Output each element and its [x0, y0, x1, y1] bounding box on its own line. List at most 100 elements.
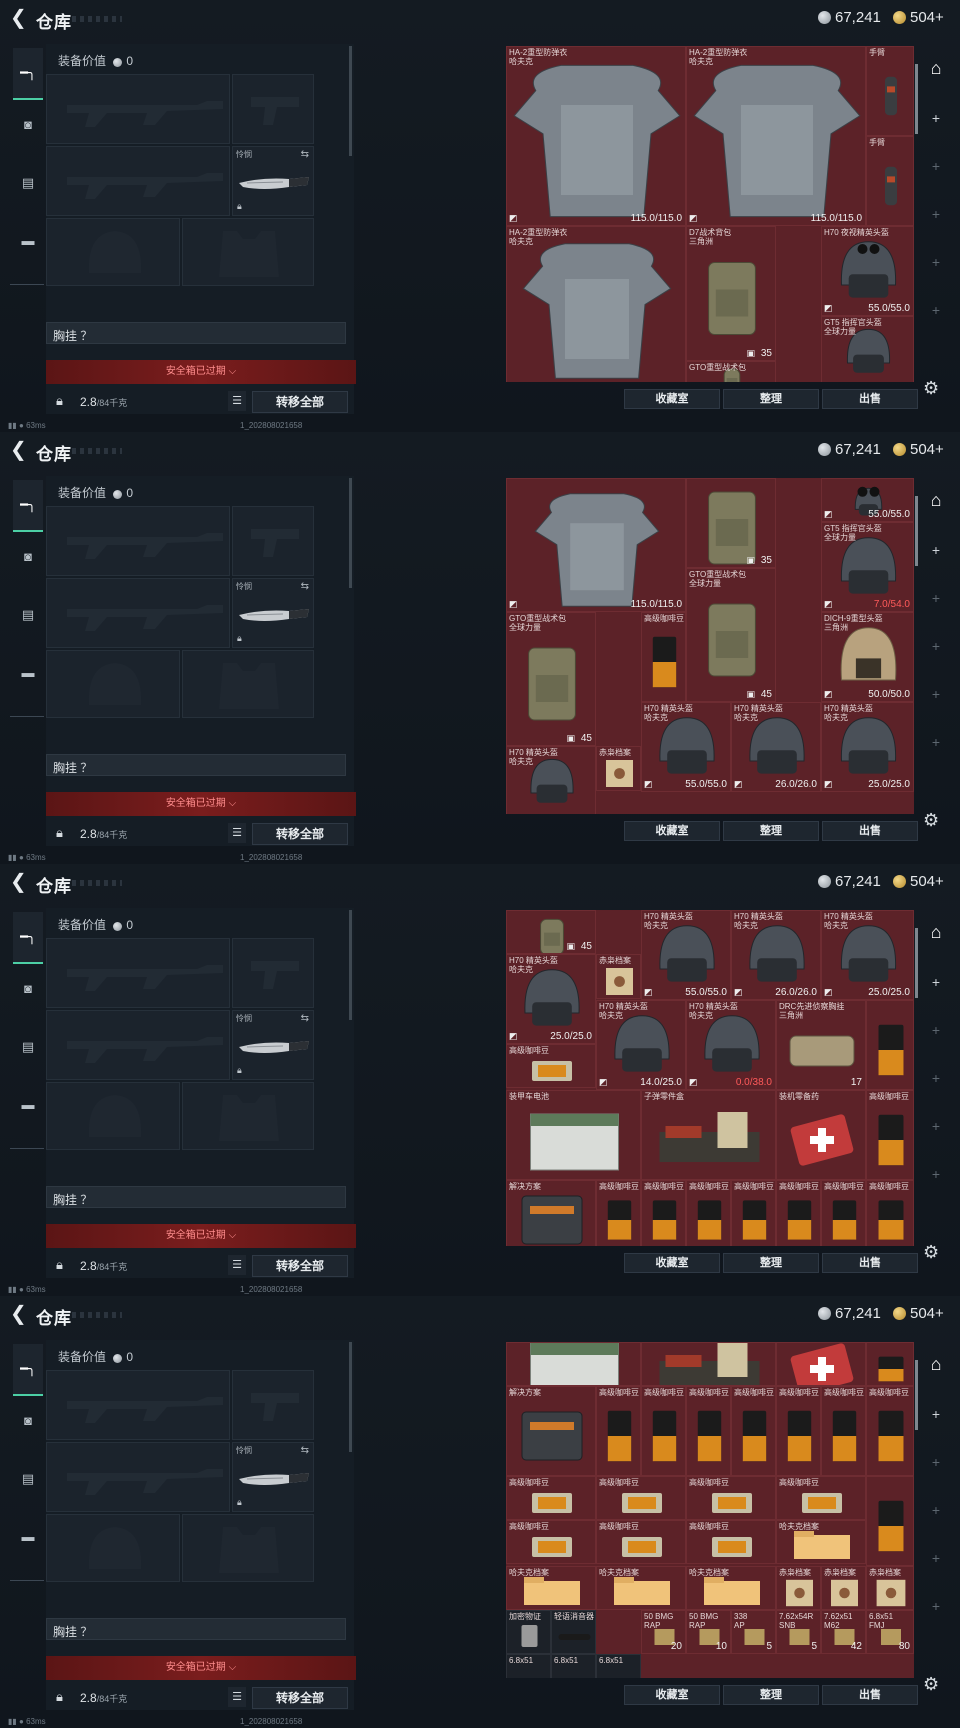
- item-cell[interactable]: 6.8x51: [551, 1654, 596, 1678]
- sell-button[interactable]: 出售: [822, 1253, 918, 1273]
- collection-room-button[interactable]: 收藏室: [624, 389, 720, 409]
- secondary-weapon-slot[interactable]: [46, 1442, 230, 1512]
- item-cell[interactable]: H70 精英头盔 哈夫克 55.0/55.0 ◩: [641, 910, 731, 1000]
- tab-armor[interactable]: ◙: [13, 110, 43, 140]
- settings-gear-icon[interactable]: ⚙: [923, 810, 939, 831]
- item-cell[interactable]: [641, 1342, 776, 1386]
- add-storage-plus-icon[interactable]: +: [925, 1118, 947, 1134]
- item-cell[interactable]: 55.0/55.0 ◩: [821, 478, 914, 522]
- safebox-expired-banner[interactable]: 安全箱已过期 ⌵: [46, 792, 356, 816]
- safebox-expired-banner[interactable]: 安全箱已过期 ⌵: [46, 1656, 356, 1680]
- sort-button[interactable]: 整理: [723, 1253, 819, 1273]
- melee-slot[interactable]: 怜悯 ⇆ 🔒︎: [232, 578, 314, 648]
- list-view-button[interactable]: ☰: [228, 1255, 246, 1275]
- add-storage-plus-icon[interactable]: +: [925, 1550, 947, 1566]
- item-cell[interactable]: H70 精英头盔 哈夫克 0.0/38.0 ◩: [686, 1000, 776, 1090]
- swap-icon[interactable]: ⇆: [301, 1445, 309, 1456]
- item-cell[interactable]: 高级咖啡豆: [596, 1476, 686, 1520]
- secondary-weapon-slot[interactable]: [46, 578, 230, 648]
- pistol-slot[interactable]: [232, 74, 314, 144]
- item-cell[interactable]: [866, 1342, 914, 1386]
- collection-room-button[interactable]: 收藏室: [624, 1253, 720, 1273]
- secondary-weapon-slot[interactable]: [46, 146, 230, 216]
- item-cell[interactable]: 高级咖啡豆: [686, 1180, 731, 1246]
- item-cell[interactable]: HA-2重型防弹衣 哈夫克: [506, 226, 686, 382]
- item-cell[interactable]: [866, 1476, 914, 1566]
- equip-scrollbar[interactable]: [349, 1342, 352, 1452]
- item-cell[interactable]: 哈夫克档案: [686, 1566, 776, 1610]
- primary-weapon-slot[interactable]: [46, 938, 230, 1008]
- grid-scrollbar[interactable]: [915, 64, 918, 134]
- item-cell[interactable]: 6.8x51 FMJ 80: [866, 1610, 914, 1654]
- secondary-weapon-slot[interactable]: [46, 1010, 230, 1080]
- collection-room-button[interactable]: 收藏室: [624, 1685, 720, 1705]
- tab-armor[interactable]: ◙: [13, 542, 43, 572]
- item-cell[interactable]: 解决方案: [506, 1180, 596, 1246]
- add-storage-plus-icon[interactable]: +: [925, 974, 947, 990]
- tab-weapons[interactable]: ━╮: [13, 912, 43, 964]
- add-storage-plus-icon[interactable]: +: [925, 638, 947, 654]
- item-cell[interactable]: HA-2重型防弹衣 哈夫克 115.0/115.0 ◩: [506, 46, 686, 226]
- melee-slot[interactable]: 怜悯 ⇆ 🔒︎: [232, 1442, 314, 1512]
- item-cell[interactable]: 高级咖啡豆: [776, 1476, 866, 1520]
- item-cell[interactable]: 赤枭档案: [596, 746, 641, 791]
- tab-backpack[interactable]: ▬: [13, 226, 43, 256]
- item-cell[interactable]: 装机零备药: [776, 1090, 866, 1180]
- add-storage-plus-icon[interactable]: +: [925, 158, 947, 174]
- add-storage-plus-icon[interactable]: +: [925, 110, 947, 126]
- settings-gear-icon[interactable]: ⚙: [923, 1674, 939, 1695]
- item-cell[interactable]: 高级咖啡豆: [776, 1386, 821, 1476]
- item-cell[interactable]: 6.8x51: [506, 1654, 551, 1678]
- body-armor-slot[interactable]: [182, 1082, 314, 1150]
- item-cell[interactable]: 高级咖啡豆: [866, 1386, 914, 1476]
- item-cell[interactable]: 高级咖啡豆: [821, 1180, 866, 1246]
- item-cell[interactable]: 高级咖啡豆: [866, 1180, 914, 1246]
- sell-button[interactable]: 出售: [822, 389, 918, 409]
- item-cell[interactable]: 高级咖啡豆: [641, 1386, 686, 1476]
- item-cell[interactable]: 50 BMG RAP 20: [641, 1610, 686, 1654]
- item-cell[interactable]: 手臂: [866, 136, 914, 226]
- add-storage-plus-icon[interactable]: +: [925, 734, 947, 750]
- item-cell[interactable]: H70 精英头盔 哈夫克 25.0/25.0 ◩: [821, 702, 914, 792]
- item-cell[interactable]: 加密物证: [506, 1610, 551, 1654]
- chest-rig-row[interactable]: 胸挂 ？: [46, 754, 346, 776]
- gold-currency[interactable]: 504+: [893, 9, 944, 26]
- pistol-slot[interactable]: [232, 1370, 314, 1440]
- tab-backpack[interactable]: ▬: [13, 1522, 43, 1552]
- tab-armor[interactable]: ◙: [13, 974, 43, 1004]
- item-cell[interactable]: 装甲车电池: [506, 1090, 641, 1180]
- back-arrow-icon[interactable]: ❮: [10, 8, 28, 28]
- item-cell[interactable]: H70 精英头盔 哈夫克 26.0/26.0 ◩: [731, 702, 821, 792]
- item-cell[interactable]: 高级咖啡豆: [686, 1520, 776, 1564]
- tab-backpack[interactable]: ▬: [13, 1090, 43, 1120]
- sort-button[interactable]: 整理: [723, 821, 819, 841]
- tab-consumables[interactable]: ▤: [13, 168, 43, 198]
- sell-button[interactable]: 出售: [822, 821, 918, 841]
- item-cell[interactable]: 高级咖啡豆: [596, 1386, 641, 1476]
- item-cell[interactable]: 高级咖啡豆: [731, 1386, 776, 1476]
- body-armor-slot[interactable]: [182, 1514, 314, 1582]
- item-cell[interactable]: 赤枭档案: [776, 1566, 821, 1610]
- tab-consumables[interactable]: ▤: [13, 1464, 43, 1494]
- item-cell[interactable]: 高级咖啡豆: [866, 1090, 914, 1180]
- back-arrow-icon[interactable]: ❮: [10, 1304, 28, 1324]
- melee-slot[interactable]: 怜悯 ⇆ 🔒︎: [232, 146, 314, 216]
- melee-slot[interactable]: 怜悯 ⇆ 🔒︎: [232, 1010, 314, 1080]
- gold-currency[interactable]: 504+: [893, 1305, 944, 1322]
- gold-currency[interactable]: 504+: [893, 873, 944, 890]
- item-cell[interactable]: [776, 1342, 866, 1386]
- add-storage-plus-icon[interactable]: +: [925, 302, 947, 318]
- add-storage-plus-icon[interactable]: +: [925, 686, 947, 702]
- item-cell[interactable]: DICH-9重型头盔 三角洲 50.0/50.0 ◩: [821, 612, 914, 702]
- sort-button[interactable]: 整理: [723, 1685, 819, 1705]
- item-cell[interactable]: 赤枭档案: [866, 1566, 914, 1610]
- settings-gear-icon[interactable]: ⚙: [923, 378, 939, 399]
- item-cell[interactable]: H70 精英头盔 哈夫克 25.0/25.0 ◩: [506, 954, 596, 1044]
- add-storage-plus-icon[interactable]: +: [925, 1406, 947, 1422]
- item-cell[interactable]: 338 AP 5: [731, 1610, 776, 1654]
- warehouse-icon[interactable]: ⌂: [925, 490, 947, 511]
- helmet-slot[interactable]: [46, 650, 180, 718]
- item-cell[interactable]: 高级咖啡豆: [506, 1044, 596, 1088]
- item-cell[interactable]: H70 精英头盔 哈夫克 55.0/55.0 ◩: [641, 702, 731, 792]
- swap-icon[interactable]: ⇆: [301, 581, 309, 592]
